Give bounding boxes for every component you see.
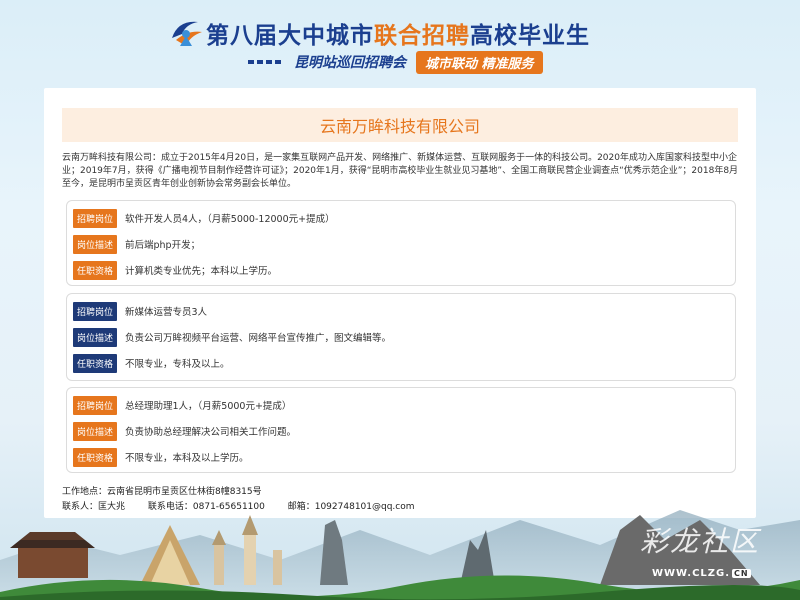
company-intro: 云南万眸科技有限公司：成立于2015年4月20日，是一家集互联网产品开发、网络推… (62, 153, 739, 189)
company-name-banner: 云南万眸科技有限公司 (62, 108, 738, 142)
job-description-text: 前后端php开发； (125, 240, 201, 251)
decorative-dash (248, 60, 284, 64)
job-position-row: 招聘岗位 新媒体运营专员3人 (73, 301, 207, 321)
work-address: 工作地点：云南省昆明市呈贡区仕林街8幢8315号 (62, 487, 262, 497)
job-requirements-tag: 任职资格 (73, 353, 117, 373)
job-card: 招聘岗位 软件开发人员4人，（月薪5000-12000元+提成） 岗位描述 前后端ph… (66, 200, 736, 286)
job-card: 招聘岗位 总经理助理1人，（月薪5000元+提成） 岗位描述 负责协助总经理解决公司相… (66, 387, 736, 473)
job-requirements-tag: 任职资格 (73, 447, 117, 467)
job-position-text: 新媒体运营专员3人 (125, 307, 208, 318)
job-description-text: 负责协助总经理解决公司相关工作问题。 (125, 427, 297, 438)
job-position-text: 软件开发人员4人，（月薪5000-12000元+提成） (125, 214, 335, 225)
job-position-tag: 招聘岗位 (73, 301, 117, 321)
job-description-text: 负责公司万眸视频平台运营、网络平台宣传推广，图文编辑等。 (125, 333, 392, 344)
job-requirements-text: 不限专业，本科及以上学历。 (125, 453, 249, 464)
job-requirements-row: 任职资格 计算机类专业优先；本科以上学历。 (73, 260, 277, 280)
job-description-row: 岗位描述 负责协助总经理解决公司相关工作问题。 (73, 421, 296, 441)
company-card: 云南万眸科技有限公司 云南万眸科技有限公司：成立于2015年4月20日，是一家集… (44, 88, 756, 518)
subtitle-left: 昆明站巡回招聘会 (294, 55, 406, 71)
page-header: 第八届大中城市联合招聘高校毕业生 昆明站巡回招聘会 城市联动 精准服务 (0, 0, 800, 82)
job-position-tag: 招聘岗位 (73, 208, 117, 228)
watermark-logo: 彩龙社区 (640, 525, 761, 558)
job-position-tag: 招聘岗位 (73, 395, 117, 415)
job-requirements-tag: 任职资格 (73, 260, 117, 280)
job-requirements-row: 任职资格 不限专业，本科及以上学历。 (73, 447, 249, 467)
job-description-row: 岗位描述 前后端php开发； (73, 234, 200, 254)
job-card: 招聘岗位 新媒体运营专员3人 岗位描述 负责公司万眸视频平台运营、网络平台宣传推广，图… (66, 293, 736, 381)
job-position-row: 招聘岗位 软件开发人员4人，（月薪5000-12000元+提成） (73, 208, 335, 228)
job-position-row: 招聘岗位 总经理助理1人，（月薪5000元+提成） (73, 395, 291, 415)
job-description-tag: 岗位描述 (73, 327, 117, 347)
job-description-tag: 岗位描述 (73, 421, 117, 441)
job-requirements-text: 不限专业，专科及以上。 (125, 359, 230, 370)
job-requirements-text: 计算机类专业优先；本科以上学历。 (125, 266, 278, 277)
page-title: 第八届大中城市联合招聘高校毕业生 (206, 23, 590, 49)
job-requirements-row: 任职资格 不限专业，专科及以上。 (73, 353, 230, 373)
job-position-text: 总经理助理1人，（月薪5000元+提成） (125, 401, 292, 412)
subtitle-badge: 城市联动 精准服务 (416, 50, 543, 74)
watermark-url: WWW.CLZG. CN (652, 568, 751, 579)
job-description-row: 岗位描述 负责公司万眸视频平台运营、网络平台宣传推广，图文编辑等。 (73, 327, 391, 347)
job-description-tag: 岗位描述 (73, 234, 117, 254)
job-fair-logo-icon (172, 21, 202, 46)
subtitle-bar: 昆明站巡回招聘会 城市联动 精准服务 (248, 50, 543, 74)
